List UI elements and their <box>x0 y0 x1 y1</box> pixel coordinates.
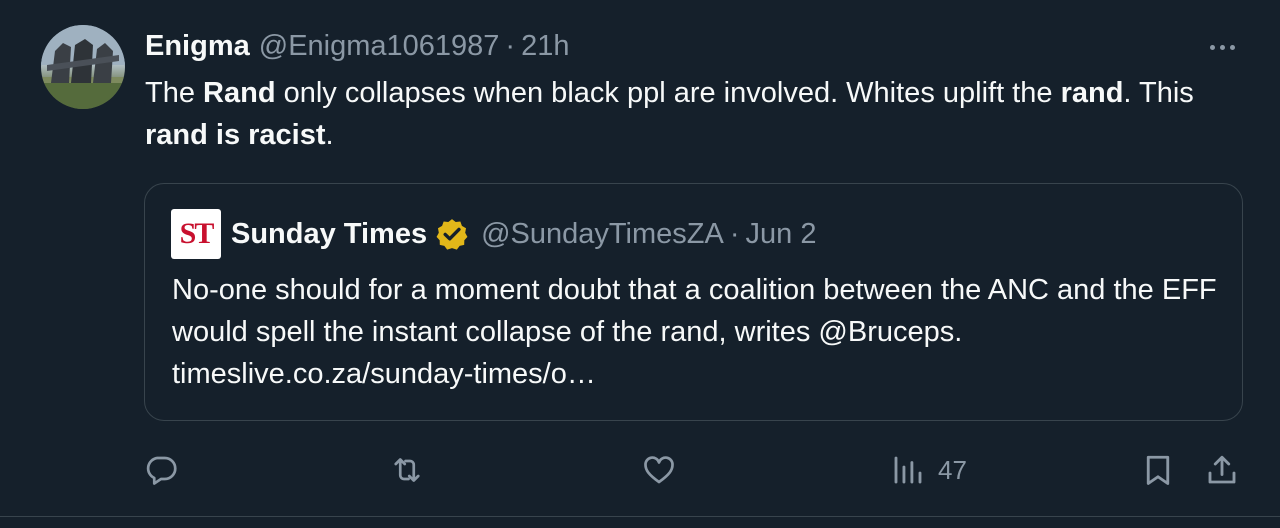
views-button[interactable]: 47 <box>890 448 967 492</box>
like-icon <box>644 456 674 484</box>
bookmark-button[interactable] <box>1140 448 1176 492</box>
tweet-text-bold: Rand <box>203 77 276 109</box>
verified-badge-icon <box>436 219 468 250</box>
quoted-author-handle[interactable]: @SundayTimesZA <box>481 218 724 251</box>
tweet-time[interactable]: 21h <box>521 30 569 63</box>
repost-icon <box>394 458 420 482</box>
divider <box>0 516 1280 517</box>
avatar[interactable] <box>41 25 125 109</box>
share-icon <box>1208 455 1236 484</box>
repost-button[interactable] <box>389 448 425 492</box>
quoted-tweet-card[interactable]: ST Sunday Times @SundayTimesZA · Jun 2 N… <box>144 183 1243 421</box>
more-dot-icon <box>1219 44 1225 50</box>
more-dot-icon <box>1229 44 1235 50</box>
views-count: 47 <box>938 454 967 485</box>
like-button[interactable] <box>641 448 677 492</box>
author-handle[interactable]: @Enigma1061987 <box>259 30 500 63</box>
tweet-text-segment: only collapses when black ppl are involv… <box>275 77 1061 109</box>
tweet-text-segment: . This <box>1123 77 1194 109</box>
tweet-actions-bar: 47 <box>0 448 1280 492</box>
reply-icon <box>146 456 177 485</box>
author-display-name[interactable]: Enigma <box>145 30 250 63</box>
quoted-tweet-text: No-one should for a moment doubt that a … <box>172 274 1217 390</box>
tweet-text-segment: . <box>325 119 334 151</box>
views-icon <box>894 456 922 484</box>
tweet-text: The Rand only collapses when black ppl a… <box>145 72 1225 156</box>
tweet[interactable]: Enigma @Enigma1061987 · 21h The Rand onl… <box>0 0 1280 528</box>
tweet-text-bold: rand is racist <box>145 119 326 151</box>
tweet-text-segment: The <box>145 77 204 109</box>
separator-dot: · <box>505 29 516 62</box>
sunday-times-logo-icon[interactable]: ST <box>171 209 221 259</box>
avatar-image <box>41 25 125 109</box>
tweet-header: Enigma @Enigma1061987 · 21h <box>145 26 569 66</box>
logo-text: ST <box>179 217 215 250</box>
more-dot-icon <box>1209 44 1215 50</box>
more-options-button[interactable] <box>1204 34 1240 60</box>
separator-dot: · <box>729 217 740 250</box>
quoted-tweet-time[interactable]: Jun 2 <box>746 218 817 251</box>
tweet-text-bold: rand <box>1060 77 1124 109</box>
bookmark-icon <box>1146 455 1170 485</box>
share-button[interactable] <box>1204 448 1240 492</box>
quoted-tweet-header: ST Sunday Times @SundayTimesZA · Jun 2 <box>171 209 817 259</box>
reply-button[interactable] <box>143 448 179 492</box>
quoted-author-display-name[interactable]: Sunday Times <box>231 218 427 251</box>
